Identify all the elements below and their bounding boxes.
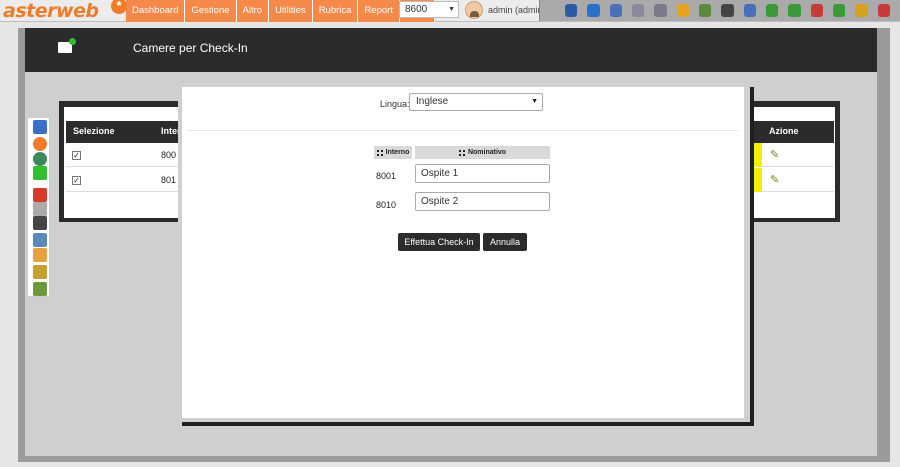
globe-icon[interactable] [33, 152, 47, 166]
language-select-value: Inglese [416, 96, 449, 107]
avatar [465, 1, 483, 19]
guest-name-input[interactable] [415, 192, 550, 211]
row-interno: 800 [161, 150, 177, 160]
minibar-icon[interactable] [33, 233, 47, 247]
menu-altro[interactable]: Altro [236, 0, 270, 22]
home-icon[interactable] [33, 120, 47, 134]
arrow-green-icon[interactable] [832, 4, 846, 17]
room-add-icon [58, 38, 76, 53]
star-icon[interactable] [676, 4, 689, 17]
call-split-icon[interactable] [788, 4, 801, 17]
monitor-icon[interactable] [654, 4, 667, 17]
grid-icon [458, 149, 465, 156]
row-checkbox[interactable]: ✓ [72, 176, 81, 185]
menu-utilities[interactable]: Utilities [269, 0, 313, 22]
clock-icon[interactable] [721, 4, 734, 17]
row-interno: 8001 [376, 171, 397, 181]
chevron-down-icon: ▼ [448, 6, 455, 13]
grid-icon [376, 149, 383, 156]
row-interno: 801 [161, 175, 177, 185]
stop-icon[interactable] [810, 4, 823, 17]
printer-icon[interactable] [33, 282, 47, 296]
guest-name-input[interactable] [415, 164, 550, 183]
app-logo[interactable]: asterweb * [3, 0, 127, 22]
page-title: Camere per Check-In [133, 41, 248, 55]
column-header-selezione: Selezione [73, 126, 115, 136]
help-icon[interactable] [565, 4, 578, 17]
extension-select-value: 8600 [405, 4, 428, 15]
user-label: admin (admin) [488, 5, 546, 15]
call-transfer-icon[interactable] [743, 4, 756, 17]
logo-text: asterweb [3, 0, 99, 22]
phone-globe-icon[interactable] [609, 4, 622, 17]
menu-report[interactable]: Report [358, 0, 400, 22]
euro-icon[interactable] [33, 137, 47, 151]
add-room-icon[interactable] [33, 166, 47, 180]
main-menu: Dashboard Gestione Altro Utilities Rubri… [126, 0, 436, 22]
divider [188, 130, 738, 131]
checkin-modal [182, 87, 744, 418]
extension-select[interactable]: 8600 ▼ [399, 1, 459, 18]
keyboard-icon[interactable] [631, 4, 645, 17]
column-header-interno: Interno [374, 146, 412, 159]
call-green-icon[interactable] [765, 4, 779, 17]
row-interno: 8010 [376, 200, 397, 210]
menu-dashboard[interactable]: Dashboard [126, 0, 186, 22]
cancel-button[interactable]: Annulla [483, 233, 527, 251]
logo-star-icon: * [111, 0, 127, 14]
top-bar: asterweb * Dashboard Gestione Altro Util… [0, 0, 900, 22]
column-header-nominativo: Nominativo [415, 146, 550, 159]
bed-icon[interactable] [33, 248, 47, 262]
left-toolbar [27, 117, 50, 297]
row-checkbox[interactable]: ✓ [72, 151, 81, 160]
language-label: Lingua: [380, 99, 410, 109]
status-indicator [754, 168, 762, 192]
quick-toolbar [539, 0, 900, 21]
status-indicator [754, 143, 762, 167]
column-header-azione: Azione [769, 126, 799, 136]
document-icon[interactable] [33, 216, 47, 230]
edit-icon[interactable]: ✎ [770, 174, 782, 186]
column-header-label: Interno [385, 149, 410, 156]
key-icon[interactable] [855, 4, 868, 17]
info-icon[interactable] [587, 4, 600, 17]
logout-icon[interactable] [877, 4, 890, 17]
column-header-label: Nominativo [467, 149, 507, 156]
chevron-down-icon: ▼ [531, 98, 538, 105]
settings-icon[interactable] [33, 202, 47, 216]
menu-gestione[interactable]: Gestione [185, 0, 237, 22]
language-select[interactable]: Inglese ▼ [409, 93, 543, 111]
menu-rubrica[interactable]: Rubrica [312, 0, 359, 22]
remove-icon[interactable] [33, 188, 47, 202]
calendar-icon[interactable] [698, 4, 712, 17]
tools-icon[interactable] [33, 265, 47, 279]
checkin-button[interactable]: Effettua Check-In [398, 233, 480, 251]
edit-icon[interactable]: ✎ [770, 149, 782, 161]
